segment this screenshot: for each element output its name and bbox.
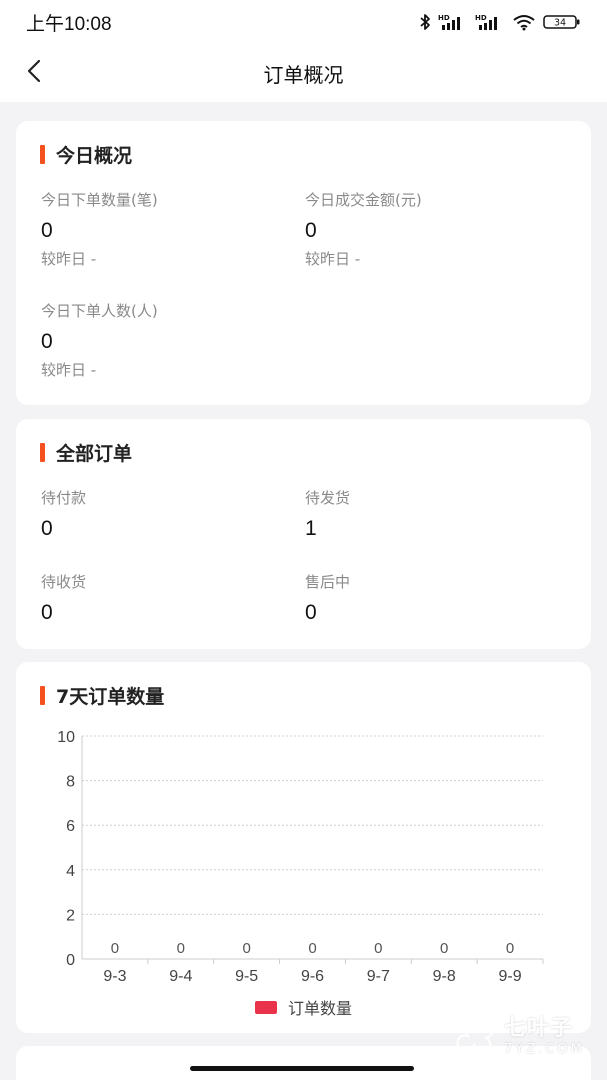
status-time: 上午10:08 [26, 13, 112, 35]
metric-compare: 较昨日 - [305, 250, 361, 268]
order-status-label: 待付款 [41, 489, 87, 507]
section-accent-bar [40, 686, 45, 705]
metric-label: 今日下单数量(笔) [41, 191, 158, 209]
today-sales-amount-metric[interactable]: 今日成交金额(元) 0 较昨日 - [305, 189, 422, 269]
weekly-orders-chart: 0 2 4 6 8 10 0 9-3 0 9-4 0 9-5 0 9-6 0 9-7 0 9-8 0 9-9 [57, 729, 544, 985]
bar-data-label: 0 [177, 940, 185, 957]
back-button[interactable] [18, 56, 52, 90]
all-orders-card: 全部订单 待付款 0 待发货 1 待收货 0 售后中 0 [16, 419, 591, 649]
metric-value: 0 [41, 330, 53, 353]
section-title: 7天订单数量 [56, 686, 165, 708]
x-tick-label: 9-3 [103, 968, 126, 985]
watermark-name: 七叶子 [504, 1016, 574, 1041]
section-accent-bar [40, 145, 45, 164]
order-status-count: 0 [41, 517, 53, 540]
watermark-domain: 7YZ.COM [504, 1042, 585, 1057]
y-tick-label: 2 [66, 907, 75, 924]
metric-compare: 较昨日 - [41, 250, 97, 268]
metric-compare: 较昨日 - [41, 361, 97, 379]
section-header: 7天订单数量 [40, 682, 164, 709]
page-title: 订单概况 [263, 62, 344, 87]
status-bar: 上午10:08 HD HD 34 [0, 0, 607, 44]
bar-data-label: 0 [440, 940, 448, 957]
signal-hd-icon: HD [475, 13, 505, 31]
x-tick-label: 9-4 [169, 968, 192, 985]
bluetooth-icon [419, 13, 431, 31]
legend-swatch [254, 1000, 277, 1014]
section-header: 今日概况 [40, 141, 132, 168]
today-order-count-metric[interactable]: 今日下单数量(笔) 0 较昨日 - [41, 189, 158, 269]
x-tick-label: 9-6 [301, 968, 324, 985]
today-buyer-count-metric[interactable]: 今日下单人数(人) 0 较昨日 - [41, 300, 158, 380]
order-status-count: 0 [41, 601, 53, 624]
metric-value: 0 [41, 219, 53, 242]
watermark-text: 七叶子 7YZ.COM [504, 1016, 585, 1057]
order-status-count: 0 [305, 601, 317, 624]
nav-bar: 订单概况 [0, 44, 607, 102]
section-title: 今日概况 [56, 145, 133, 167]
y-tick-label: 8 [66, 774, 75, 791]
x-tick-label: 9-9 [499, 968, 522, 985]
order-status-label: 售后中 [305, 573, 351, 591]
signal-hd-icon: HD [438, 13, 468, 31]
metric-label: 今日成交金额(元) [305, 191, 422, 209]
today-overview-card: 今日概况 今日下单数量(笔) 0 较昨日 - 今日成交金额(元) 0 较昨日 -… [16, 121, 591, 405]
bar-data-label: 0 [506, 940, 514, 957]
order-status-label: 待发货 [305, 489, 351, 507]
section-accent-bar [40, 443, 45, 462]
section-header: 全部订单 [40, 439, 132, 466]
pending-payment-item[interactable]: 待付款 0 [41, 487, 86, 541]
bar-data-label: 0 [374, 940, 382, 957]
section-title: 全部订单 [56, 443, 133, 465]
metric-label: 今日下单人数(人) [41, 302, 158, 320]
home-indicator[interactable] [190, 1066, 414, 1071]
svg-text:HD: HD [475, 14, 487, 22]
chevron-left-icon [25, 59, 45, 87]
order-status-count: 1 [305, 517, 317, 540]
y-tick-label: 0 [66, 952, 75, 969]
wifi-icon [512, 13, 536, 31]
bar-data-label: 0 [242, 940, 250, 957]
leaf-logo-icon [452, 1012, 498, 1062]
svg-text:HD: HD [438, 14, 450, 22]
x-tick-label: 9-5 [235, 968, 258, 985]
bar-data-label: 0 [308, 940, 316, 957]
y-tick-label: 4 [66, 863, 75, 880]
order-status-label: 待收货 [41, 573, 87, 591]
status-icons: HD HD 34 [419, 13, 581, 31]
x-tick-label: 9-7 [367, 968, 390, 985]
bar-data-label: 0 [111, 940, 119, 957]
after-sales-item[interactable]: 售后中 0 [305, 571, 350, 625]
pending-shipment-item[interactable]: 待发货 1 [305, 487, 350, 541]
y-tick-label: 10 [57, 729, 75, 746]
x-tick-label: 9-8 [433, 968, 456, 985]
metric-value: 0 [305, 219, 317, 242]
svg-text:34: 34 [554, 18, 566, 29]
y-tick-label: 6 [66, 818, 75, 835]
legend-label: 订单数量 [287, 999, 352, 1018]
pending-receipt-item[interactable]: 待收货 0 [41, 571, 86, 625]
battery-icon: 34 [543, 13, 581, 31]
watermark: 七叶子 7YZ.COM [452, 1008, 600, 1066]
weekly-orders-card: 7天订单数量 0 2 4 6 8 10 0 9-3 0 9-4 0 9-5 0 9-6 0 9-7 0 9-8 0 9… [16, 662, 591, 1033]
